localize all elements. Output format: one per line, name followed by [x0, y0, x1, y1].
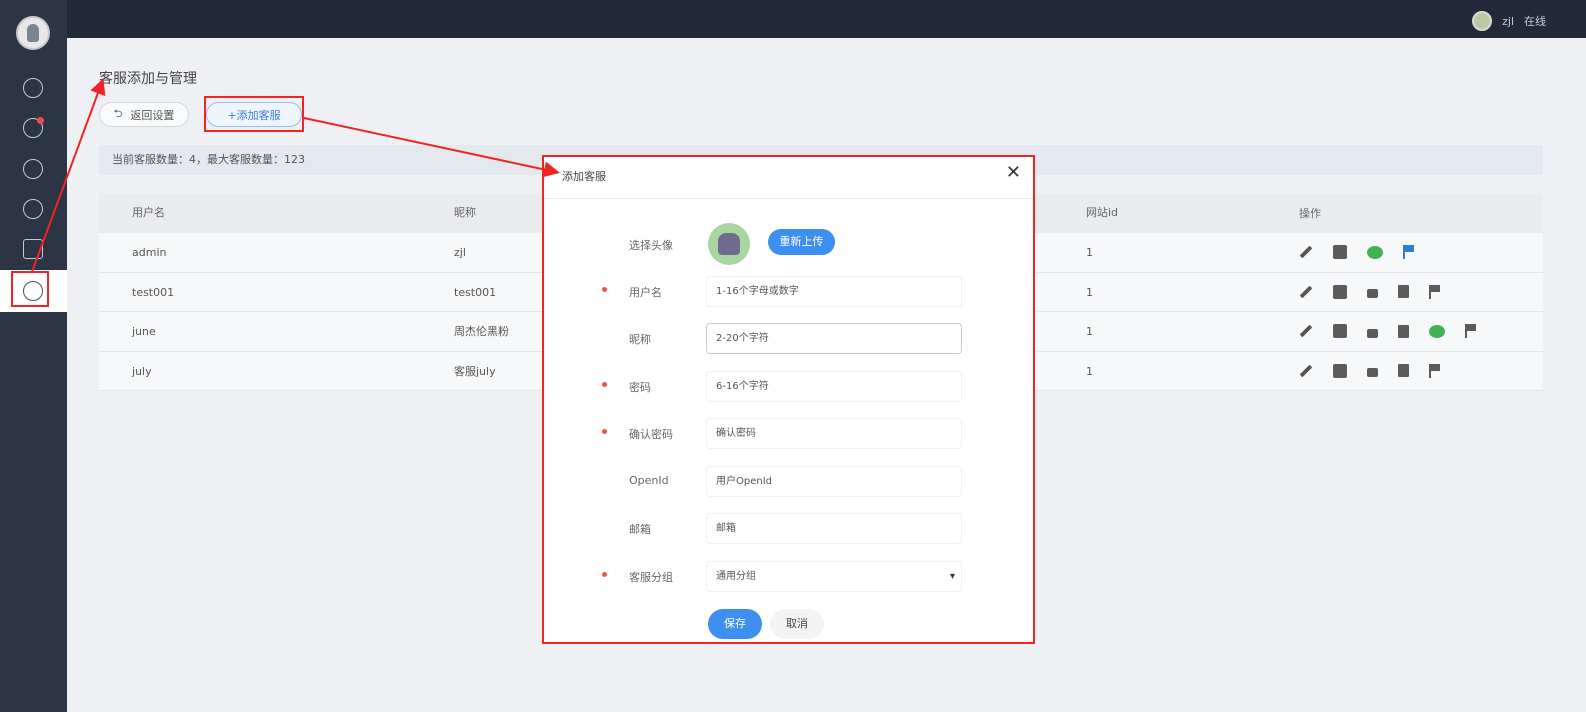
required-marker [602, 287, 607, 292]
form-row-email: 邮箱 邮箱 [544, 513, 1033, 545]
user-icon[interactable] [23, 199, 43, 219]
wechat-icon[interactable] [1429, 324, 1445, 338]
cell-username: admin [132, 246, 167, 259]
flag-icon[interactable] [1465, 324, 1477, 339]
user-menu[interactable]: zjl 在线 [1472, 10, 1546, 32]
form-row-username: 用户名 1-16个字母或数字 [544, 276, 1033, 308]
form-row-confirm-password: 确认密码 确认密码 [544, 418, 1033, 450]
dialog-header: 添加客服 ✕ [544, 157, 1033, 199]
avatar-label: 选择头像 [629, 239, 673, 252]
top-bar [0, 0, 1586, 38]
lock-icon[interactable] [1367, 368, 1378, 378]
back-button[interactable]: ⮌ 返回设置 [99, 102, 189, 127]
header-site-id: 网站id [1086, 206, 1119, 219]
nickname-field[interactable]: 2-20个字符 [706, 323, 962, 354]
edit-icon[interactable] [1299, 245, 1313, 259]
cell-site-id: 1 [1086, 364, 1093, 378]
username-label: 用户名 [629, 286, 662, 299]
form-row-nickname: 昵称 2-20个字符 [544, 323, 1033, 355]
copy-icon[interactable] [1333, 245, 1347, 260]
password-label: 密码 [629, 381, 651, 394]
user-name: zjl [1502, 14, 1514, 28]
notification-badge [37, 117, 44, 124]
avatar[interactable] [1472, 11, 1493, 31]
user-status: 在线 [1524, 15, 1546, 28]
username-field[interactable]: 1-16个字母或数字 [706, 276, 962, 307]
confirm-password-label: 确认密码 [629, 428, 673, 441]
avatar-row: 选择头像 重新上传 [544, 223, 1033, 265]
copy-icon[interactable] [1333, 284, 1347, 299]
header-actions: 操作 [1299, 206, 1321, 220]
email-field[interactable]: 邮箱 [706, 513, 962, 544]
delete-icon[interactable] [1398, 324, 1409, 338]
sidebar [0, 0, 67, 712]
row-actions [1299, 273, 1543, 312]
required-marker [602, 572, 607, 577]
row-actions [1299, 312, 1543, 351]
cell-username: july [132, 364, 152, 378]
add-agent-dialog: 添加客服 ✕ 选择头像 重新上传 用户名 1-16个字母或数字 昵称 2-20个… [542, 155, 1035, 644]
required-marker [602, 382, 607, 387]
reupload-button[interactable]: 重新上传 [768, 229, 835, 255]
form-row-openid: OpenId 用户OpenId [544, 466, 1033, 498]
cell-username: june [132, 325, 156, 338]
back-arrow-icon: ⮌ [113, 107, 123, 120]
cell-username: test001 [132, 285, 175, 299]
flag-icon[interactable] [1429, 284, 1441, 299]
annotation-highlight-add [204, 96, 304, 132]
required-marker [602, 429, 607, 434]
group-select[interactable]: 通用分组 [706, 561, 962, 592]
dialog-title: 添加客服 [562, 170, 606, 183]
delete-icon[interactable] [1398, 364, 1409, 378]
cancel-button[interactable]: 取消 [770, 609, 824, 639]
page-title: 客服添加与管理 [99, 71, 197, 87]
openid-label: OpenId [629, 474, 669, 487]
home-icon[interactable] [23, 78, 43, 98]
row-actions [1299, 233, 1543, 272]
row-actions [1299, 352, 1543, 391]
logo-icon[interactable] [16, 16, 50, 50]
cell-site-id: 1 [1086, 246, 1093, 259]
back-button-label: 返回设置 [130, 108, 175, 122]
delete-icon[interactable] [1398, 285, 1409, 299]
copy-icon[interactable] [1333, 363, 1347, 378]
monitor-icon[interactable] [23, 159, 43, 179]
edit-icon[interactable] [1299, 324, 1313, 338]
form-row-password: 密码 6-16个字符 [544, 371, 1033, 403]
wechat-icon[interactable] [1367, 245, 1383, 259]
lock-icon[interactable] [1367, 289, 1378, 299]
avatar-preview [708, 223, 750, 265]
nickname-label: 昵称 [629, 333, 651, 346]
flag-icon[interactable] [1429, 363, 1441, 378]
confirm-password-field[interactable]: 确认密码 [706, 418, 962, 449]
lock-icon[interactable] [1367, 328, 1378, 338]
edit-icon[interactable] [1299, 285, 1313, 299]
header-username: 用户名 [132, 206, 165, 219]
save-button[interactable]: 保存 [708, 609, 762, 639]
flag-icon[interactable] [1403, 245, 1415, 260]
email-label: 邮箱 [629, 523, 651, 536]
password-field[interactable]: 6-16个字符 [706, 371, 962, 402]
store-icon[interactable] [23, 239, 43, 259]
copy-icon[interactable] [1333, 324, 1347, 339]
edit-icon[interactable] [1299, 364, 1313, 378]
cell-site-id: 1 [1086, 285, 1093, 299]
cell-site-id: 1 [1086, 325, 1093, 338]
annotation-highlight-settings [11, 271, 49, 307]
close-icon[interactable]: ✕ [1006, 163, 1021, 183]
group-label: 客服分组 [629, 571, 673, 584]
openid-field[interactable]: 用户OpenId [706, 466, 962, 497]
form-row-group: 客服分组 通用分组 [544, 561, 1033, 593]
